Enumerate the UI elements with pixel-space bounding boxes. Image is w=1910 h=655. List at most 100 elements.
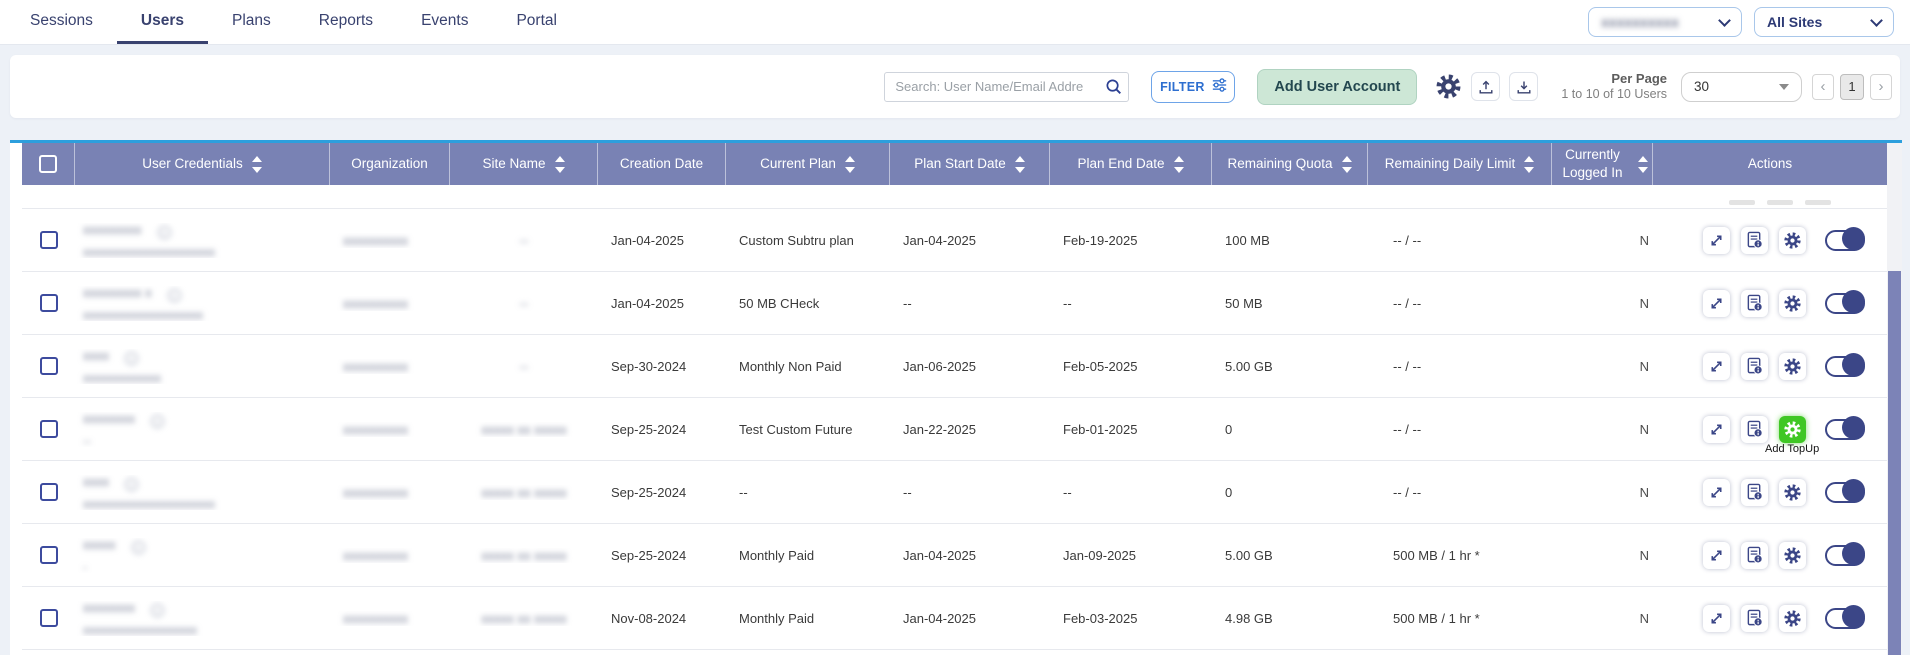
user-enabled-toggle[interactable] bbox=[1825, 230, 1865, 251]
expand-row-icon[interactable] bbox=[1703, 479, 1730, 506]
sort-asc-icon[interactable] bbox=[1174, 156, 1184, 162]
toggle-knob bbox=[1842, 605, 1865, 628]
sort-arrows-icon[interactable] bbox=[1015, 156, 1025, 173]
plan-details-icon[interactable] bbox=[1741, 290, 1768, 317]
user-enabled-toggle[interactable] bbox=[1825, 608, 1865, 629]
filter-button[interactable]: FILTER bbox=[1151, 71, 1235, 103]
upload-icon[interactable] bbox=[1471, 72, 1500, 101]
column-header-currently-logged-in[interactable]: Currently Logged In bbox=[1552, 143, 1653, 185]
sort-asc-icon[interactable] bbox=[1524, 156, 1534, 162]
tab-plans[interactable]: Plans bbox=[208, 0, 295, 44]
row-checkbox[interactable] bbox=[40, 546, 58, 564]
add-topup-gear-icon[interactable] bbox=[1779, 416, 1806, 443]
user-enabled-toggle[interactable] bbox=[1825, 545, 1865, 566]
sort-arrows-icon[interactable] bbox=[845, 156, 855, 173]
sort-asc-icon[interactable] bbox=[1342, 156, 1352, 162]
vertical-scrollbar[interactable] bbox=[1887, 143, 1902, 655]
sort-desc-icon[interactable] bbox=[555, 167, 565, 173]
expand-row-icon[interactable] bbox=[1703, 290, 1730, 317]
plan-start-date-cell: -- bbox=[890, 485, 1050, 500]
expand-row-icon[interactable] bbox=[1703, 542, 1730, 569]
user-info-icon[interactable]: i bbox=[125, 478, 138, 491]
sort-asc-icon[interactable] bbox=[1638, 156, 1648, 162]
user-info-icon[interactable]: i bbox=[168, 289, 181, 302]
column-header-remaining-quota[interactable]: Remaining Quota bbox=[1212, 143, 1368, 185]
user-info-icon[interactable]: i bbox=[158, 226, 171, 239]
per-page-dropdown[interactable]: 30 bbox=[1681, 72, 1802, 102]
user-enabled-toggle[interactable] bbox=[1825, 419, 1865, 440]
select-all-checkbox[interactable] bbox=[39, 155, 57, 173]
user-info-icon[interactable]: i bbox=[132, 541, 145, 554]
sort-desc-icon[interactable] bbox=[845, 167, 855, 173]
sort-desc-icon[interactable] bbox=[1174, 167, 1184, 173]
user-enabled-toggle[interactable] bbox=[1825, 293, 1865, 314]
download-icon[interactable] bbox=[1509, 72, 1538, 101]
tab-sessions[interactable]: Sessions bbox=[6, 0, 117, 44]
user-info-icon[interactable]: i bbox=[125, 352, 138, 365]
sort-arrows-icon[interactable] bbox=[1174, 156, 1184, 173]
sort-desc-icon[interactable] bbox=[1015, 167, 1025, 173]
plan-details-icon[interactable] bbox=[1741, 353, 1768, 380]
row-settings-gear-icon[interactable] bbox=[1779, 290, 1806, 317]
plan-details-icon[interactable] bbox=[1741, 479, 1768, 506]
expand-row-icon[interactable] bbox=[1703, 353, 1730, 380]
tab-users[interactable]: Users bbox=[117, 0, 208, 44]
expand-row-icon[interactable] bbox=[1703, 227, 1730, 254]
user-enabled-toggle[interactable] bbox=[1825, 482, 1865, 503]
tab-events[interactable]: Events bbox=[397, 0, 492, 44]
column-header-site-name[interactable]: Site Name bbox=[450, 143, 598, 185]
organization-dropdown[interactable]: xxxxxxxxxx bbox=[1588, 7, 1742, 37]
row-checkbox[interactable] bbox=[40, 294, 58, 312]
sort-asc-icon[interactable] bbox=[1015, 156, 1025, 162]
row-settings-gear-icon[interactable] bbox=[1779, 605, 1806, 632]
current-page-button[interactable]: 1 bbox=[1840, 74, 1864, 100]
sort-asc-icon[interactable] bbox=[555, 156, 565, 162]
column-header-current-plan[interactable]: Current Plan bbox=[726, 143, 890, 185]
row-settings-gear-icon[interactable] bbox=[1779, 479, 1806, 506]
plan-details-icon[interactable] bbox=[1741, 416, 1768, 443]
plan-details-icon[interactable] bbox=[1741, 227, 1768, 254]
user-credentials-cell: xxxxxxxxi xxxxxxxxxxxxxxxxxxx bbox=[75, 601, 330, 636]
expand-row-icon[interactable] bbox=[1703, 605, 1730, 632]
add-user-account-button[interactable]: Add User Account bbox=[1257, 69, 1417, 105]
row-checkbox[interactable] bbox=[40, 231, 58, 249]
search-input[interactable] bbox=[884, 72, 1129, 102]
sort-arrows-icon[interactable] bbox=[1638, 156, 1648, 173]
row-settings-gear-icon[interactable] bbox=[1779, 542, 1806, 569]
tab-portal[interactable]: Portal bbox=[492, 0, 581, 44]
row-checkbox[interactable] bbox=[40, 420, 58, 438]
sort-desc-icon[interactable] bbox=[1638, 167, 1648, 173]
row-checkbox[interactable] bbox=[40, 483, 58, 501]
column-header-plan-end-date[interactable]: Plan End Date bbox=[1050, 143, 1212, 185]
next-page-button[interactable]: › bbox=[1870, 74, 1892, 100]
sort-desc-icon[interactable] bbox=[1342, 167, 1352, 173]
sort-arrows-icon[interactable] bbox=[1342, 156, 1352, 173]
tab-reports[interactable]: Reports bbox=[295, 0, 397, 44]
sort-arrows-icon[interactable] bbox=[1524, 156, 1534, 173]
column-header-user-credentials[interactable]: User Credentials bbox=[75, 143, 330, 185]
expand-row-icon[interactable] bbox=[1703, 416, 1730, 443]
row-settings-gear-icon[interactable] bbox=[1779, 227, 1806, 254]
search-icon[interactable] bbox=[1105, 78, 1122, 100]
sort-arrows-icon[interactable] bbox=[252, 156, 262, 173]
scrollbar-thumb[interactable] bbox=[1888, 271, 1901, 655]
row-checkbox[interactable] bbox=[40, 357, 58, 375]
plan-details-icon[interactable] bbox=[1741, 542, 1768, 569]
prev-page-button[interactable]: ‹ bbox=[1812, 74, 1834, 100]
table-settings-gear-icon[interactable] bbox=[1435, 73, 1462, 100]
column-header-plan-start-date[interactable]: Plan Start Date bbox=[890, 143, 1050, 185]
sort-desc-icon[interactable] bbox=[1524, 167, 1534, 173]
sort-asc-icon[interactable] bbox=[845, 156, 855, 162]
row-settings-gear-icon[interactable] bbox=[1779, 353, 1806, 380]
sort-desc-icon[interactable] bbox=[252, 167, 262, 173]
user-info-icon[interactable]: i bbox=[151, 604, 164, 617]
current-plan-cell: Test Custom Future bbox=[726, 422, 890, 437]
plan-details-icon[interactable] bbox=[1741, 605, 1768, 632]
sites-dropdown[interactable]: All Sites bbox=[1754, 7, 1894, 37]
sort-arrows-icon[interactable] bbox=[555, 156, 565, 173]
sort-asc-icon[interactable] bbox=[252, 156, 262, 162]
user-info-icon[interactable]: i bbox=[151, 415, 164, 428]
user-enabled-toggle[interactable] bbox=[1825, 356, 1865, 377]
row-checkbox[interactable] bbox=[40, 609, 58, 627]
column-header-remaining-daily-limit[interactable]: Remaining Daily Limit bbox=[1368, 143, 1552, 185]
